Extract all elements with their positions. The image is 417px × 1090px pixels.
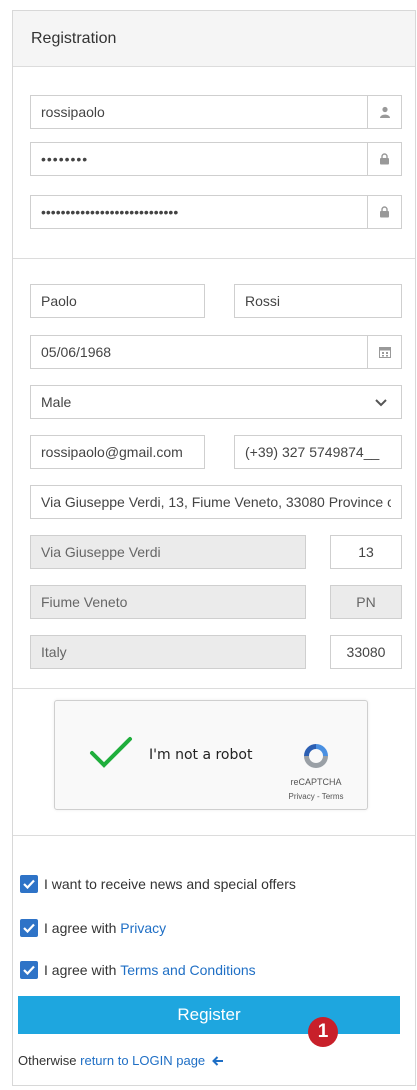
terms-link[interactable]: Terms and Conditions [120, 962, 255, 978]
login-hint: Otherwise return to LOGIN page [18, 1053, 224, 1069]
register-button[interactable]: Register [18, 996, 400, 1034]
last-name-field[interactable]: Rossi [234, 284, 402, 318]
country-value: Italy [41, 644, 67, 660]
login-link[interactable]: return to LOGIN page [80, 1053, 205, 1068]
privacy-link[interactable]: Privacy [120, 920, 166, 936]
gender-select[interactable]: Male [30, 385, 402, 419]
section-divider [13, 258, 415, 259]
password-value: •••••••• [41, 151, 89, 167]
checkmark-icon[interactable] [89, 735, 133, 772]
phone-field[interactable]: (+39) 327 5749874__ [234, 435, 402, 469]
news-consent-label: I want to receive news and special offer… [44, 876, 296, 892]
address-search-field[interactable]: Via Giuseppe Verdi, 13, Fiume Veneto, 33… [30, 485, 402, 519]
username-field[interactable]: rossipaolo [30, 95, 402, 129]
username-value: rossipaolo [41, 104, 105, 120]
section-divider [13, 688, 415, 689]
terms-consent-row[interactable]: I agree with Terms and Conditions [20, 961, 256, 979]
user-icon [367, 96, 401, 128]
password-confirm-field[interactable]: •••••••••••••••••••••••••••• [30, 195, 402, 229]
street-value: Via Giuseppe Verdi [41, 544, 161, 560]
postal-code-value: 33080 [346, 644, 386, 660]
terms-checkbox[interactable] [20, 961, 38, 979]
calendar-icon[interactable] [367, 336, 401, 368]
privacy-checkbox[interactable] [20, 919, 38, 937]
birth-date-field[interactable]: 05/06/1968 [30, 335, 402, 369]
login-hint-prefix: Otherwise [18, 1053, 81, 1068]
privacy-consent-row[interactable]: I agree with Privacy [20, 919, 166, 937]
city-field[interactable]: Fiume Veneto [30, 585, 306, 619]
gender-value: Male [41, 394, 72, 410]
province-value: PN [356, 594, 376, 610]
address-search-value: Via Giuseppe Verdi, 13, Fiume Veneto, 33… [41, 494, 391, 510]
news-checkbox[interactable] [20, 875, 38, 893]
recaptcha-label: I'm not a robot [149, 747, 253, 763]
country-field[interactable]: Italy [30, 635, 306, 669]
recaptcha-terms[interactable]: Privacy - Terms [281, 792, 351, 801]
province-field[interactable]: PN [330, 585, 402, 619]
street-field[interactable]: Via Giuseppe Verdi [30, 535, 306, 569]
chevron-down-icon [375, 394, 387, 410]
privacy-consent-label: I agree with [44, 920, 121, 936]
lock-icon [367, 143, 401, 175]
recaptcha-brand: reCAPTCHA [290, 777, 342, 787]
news-consent-row[interactable]: I want to receive news and special offer… [20, 875, 296, 893]
first-name-field[interactable]: Paolo [30, 284, 205, 318]
last-name-value: Rossi [245, 293, 281, 309]
terms-consent-label: I agree with [44, 962, 121, 978]
email-field[interactable]: rossipaolo@gmail.com [30, 435, 205, 469]
first-name-value: Paolo [41, 293, 77, 309]
phone-value: (+39) 327 5749874__ [245, 444, 380, 460]
city-value: Fiume Veneto [41, 594, 128, 610]
lock-icon [367, 196, 401, 228]
email-value: rossipaolo@gmail.com [41, 444, 183, 460]
password-field[interactable]: •••••••• [30, 142, 402, 176]
section-divider [13, 835, 415, 836]
street-number-field[interactable]: 13 [330, 535, 402, 569]
postal-code-field[interactable]: 33080 [330, 635, 402, 669]
step-badge: 1 [308, 1017, 338, 1047]
panel-title: Registration [13, 11, 415, 67]
street-number-value: 13 [358, 544, 374, 560]
password-confirm-value: •••••••••••••••••••••••••••• [41, 204, 179, 220]
recaptcha-widget[interactable]: I'm not a robot reCAPTCHA Privacy - Term… [54, 700, 368, 810]
arrow-left-icon[interactable] [211, 1054, 224, 1069]
birth-date-value: 05/06/1968 [41, 344, 112, 360]
recaptcha-icon [301, 741, 331, 774]
